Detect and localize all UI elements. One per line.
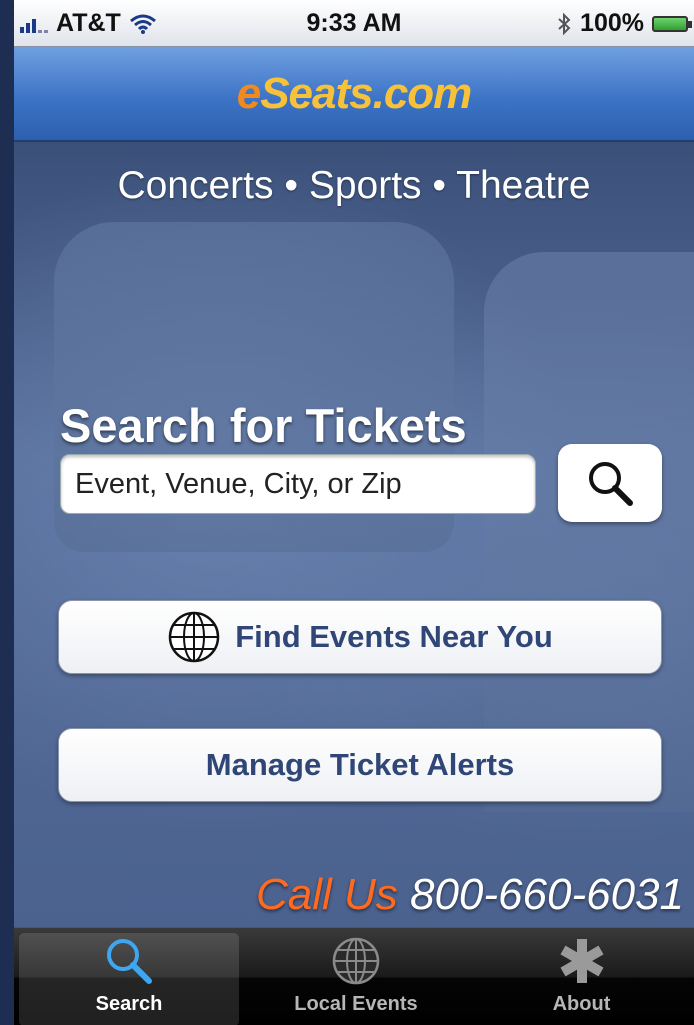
battery-label: 100% bbox=[580, 9, 644, 37]
globe-icon bbox=[168, 611, 220, 663]
call-us-label: Call Us bbox=[255, 870, 398, 919]
search-button[interactable] bbox=[558, 444, 662, 522]
find-events-near-you-button[interactable]: Find Events Near You bbox=[58, 600, 662, 674]
manage-alerts-label: Manage Ticket Alerts bbox=[205, 747, 515, 782]
status-right: 100% bbox=[556, 9, 692, 38]
call-us-banner[interactable]: Call Us 800-660-6031 bbox=[256, 870, 684, 920]
bluetooth-icon bbox=[558, 12, 571, 35]
tab-local-events-label: Local Events bbox=[294, 993, 418, 1015]
tab-local-events[interactable]: Local Events bbox=[246, 933, 466, 1025]
search-input[interactable] bbox=[60, 454, 536, 514]
battery-icon bbox=[652, 15, 692, 32]
search-title: Search for Tickets bbox=[60, 399, 467, 452]
globe-icon bbox=[332, 937, 380, 985]
tab-about-label: About bbox=[552, 993, 611, 1015]
tab-bar: Search Local Events About bbox=[14, 927, 694, 1025]
status-bar: AT&T 9:33 AM 100% bbox=[14, 0, 694, 47]
app-header: eSeats.com bbox=[14, 47, 694, 142]
app-logo: eSeats.com bbox=[236, 69, 473, 118]
main-content: Concerts • Sports • Theatre Search for T… bbox=[14, 142, 694, 927]
manage-ticket-alerts-button[interactable]: Manage Ticket Alerts bbox=[58, 728, 662, 802]
search-icon bbox=[107, 939, 152, 984]
tagline: Concerts • Sports • Theatre bbox=[117, 164, 591, 207]
magnifier-icon bbox=[589, 462, 633, 506]
tab-search[interactable]: Search bbox=[19, 933, 239, 1025]
find-events-label: Find Events Near You bbox=[235, 619, 553, 654]
tab-about[interactable]: About bbox=[474, 933, 689, 1025]
phone-number: 800-660-6031 bbox=[409, 870, 684, 919]
tab-search-label: Search bbox=[95, 993, 163, 1015]
phone-screen: AT&T 9:33 AM 100% eSeats.com Concerts • … bbox=[14, 0, 694, 1025]
asterisk-icon bbox=[559, 939, 604, 983]
